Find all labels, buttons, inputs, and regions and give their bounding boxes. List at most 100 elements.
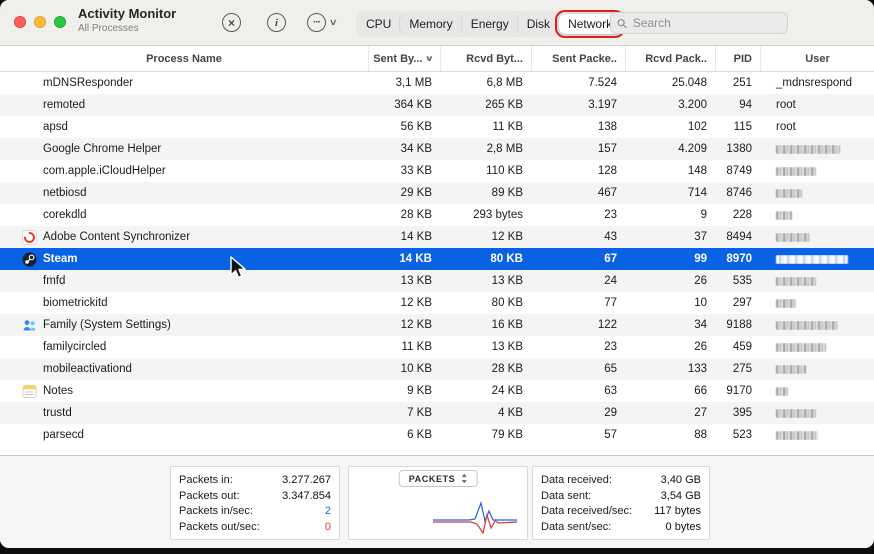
table-row[interactable]: corekdld 28 KB 293 bytes 23 9 228 [0,204,874,226]
close-window-button[interactable] [14,16,26,28]
stat-label: Data received/sec: [541,504,632,520]
stat-label: Packets in: [179,473,233,489]
table-header: Process Name Sent By...∨ Rcvd Byt... Sen… [0,46,874,72]
sent-packets: 3.197 [531,99,625,111]
search-icon [617,18,627,29]
user: root [776,121,796,133]
stop-process-button[interactable]: × [222,13,241,32]
close-icon: × [228,16,235,30]
stat-line: Data received/sec:117 bytes [541,504,701,520]
table-row[interactable]: apsd 56 KB 11 KB 138 102 115 root [0,116,874,138]
window-subtitle: All Processes [78,23,176,35]
table-row[interactable]: Family (System Settings) 12 KB 16 KB 122… [0,314,874,336]
column-header-user[interactable]: User [760,46,874,71]
table-row[interactable]: trustd 7 KB 4 KB 29 27 395 [0,402,874,424]
window-title: Activity Monitor [78,7,176,22]
sent-bytes: 9 KB [368,385,440,397]
table-row-selected[interactable]: Steam 14 KB 80 KB 67 99 8970 [0,248,874,270]
chevron-down-icon[interactable]: ∨ [329,17,338,28]
process-name: com.apple.iCloudHelper [43,165,166,177]
tab-disk[interactable]: Disk [518,14,559,34]
table-row[interactable]: mDNSResponder 3,1 MB 6,8 MB 7.524 25.048… [0,72,874,94]
zoom-window-button[interactable] [54,16,66,28]
rcvd-packets: 37 [625,231,715,243]
column-header-rcvd-bytes[interactable]: Rcvd Byt... [440,46,531,71]
rcvd-packets: 4.209 [625,143,715,155]
table-row[interactable]: remoted 364 KB 265 KB 3.197 3.200 94 roo… [0,94,874,116]
sent-bytes: 10 KB [368,363,440,375]
app-icon-family [22,318,37,333]
packets-dropdown[interactable]: PACKETS [399,470,478,487]
stat-label: Data sent/sec: [541,520,611,536]
sent-bytes: 11 KB [368,341,440,353]
rcvd-bytes: 2,8 MB [440,143,531,155]
table-row[interactable]: fmfd 13 KB 13 KB 24 26 535 [0,270,874,292]
rcvd-packets: 88 [625,429,715,441]
rcvd-bytes: 13 KB [440,341,531,353]
sent-packets: 57 [531,429,625,441]
redacted-user [776,277,816,286]
pid: 459 [715,341,760,353]
ellipsis-icon: ··· [313,17,320,28]
rcvd-bytes: 265 KB [440,99,531,111]
column-header-process-name[interactable]: Process Name [0,46,368,71]
rcvd-bytes: 11 KB [440,121,531,133]
pid: 8494 [715,231,760,243]
pid: 9170 [715,385,760,397]
column-header-sent-packets[interactable]: Sent Packe.. [531,46,625,71]
tab-energy[interactable]: Energy [462,14,518,34]
sort-descending-icon: ∨ [424,54,434,63]
minimize-window-button[interactable] [34,16,46,28]
pid: 8749 [715,165,760,177]
pid: 94 [715,99,760,111]
tab-memory[interactable]: Memory [400,14,461,34]
column-header-pid[interactable]: PID [715,46,760,71]
packets-stats-box: Packets in:3.277.267 Packets out:3.347.8… [170,466,340,540]
stat-label: Packets out/sec: [179,520,260,536]
table-row[interactable]: Adobe Content Synchronizer 14 KB 12 KB 4… [0,226,874,248]
pid: 9188 [715,319,760,331]
rcvd-packets: 714 [625,187,715,199]
column-header-rcvd-packets[interactable]: Rcvd Pack.. [625,46,715,71]
pid: 8746 [715,187,760,199]
user: root [776,99,796,111]
more-options-button[interactable]: ··· [307,13,326,32]
sent-bytes: 14 KB [368,231,440,243]
table-row[interactable]: netbiosd 29 KB 89 KB 467 714 8746 [0,182,874,204]
table-row[interactable]: familycircled 11 KB 13 KB 23 26 459 [0,336,874,358]
table-row[interactable]: Notes 9 KB 24 KB 63 66 9170 [0,380,874,402]
sent-packets: 77 [531,297,625,309]
sent-packets: 138 [531,121,625,133]
rcvd-packets: 133 [625,363,715,375]
sent-bytes: 28 KB [368,209,440,221]
redacted-user [776,365,806,374]
search-field[interactable] [610,12,788,34]
inspect-process-button[interactable]: i [267,13,286,32]
app-icon-adobe [22,230,37,245]
app-icon-steam [22,252,37,267]
pid: 275 [715,363,760,375]
table-row[interactable]: mobileactivationd 10 KB 28 KB 65 133 275 [0,358,874,380]
table-row[interactable]: parsecd 6 KB 79 KB 57 88 523 [0,424,874,446]
rcvd-bytes: 89 KB [440,187,531,199]
stat-label: Packets in/sec: [179,504,253,520]
rcvd-bytes: 80 KB [440,297,531,309]
activity-monitor-window: Activity Monitor All Processes × i ··· ∨… [0,0,874,548]
table-row[interactable]: com.apple.iCloudHelper 33 KB 110 KB 128 … [0,160,874,182]
redacted-user [776,321,838,330]
stat-line: Packets in/sec:2 [179,504,331,520]
sent-bytes: 12 KB [368,297,440,309]
rcvd-bytes: 79 KB [440,429,531,441]
table-row[interactable]: Google Chrome Helper 34 KB 2,8 MB 157 4.… [0,138,874,160]
table-row[interactable]: biometrickitd 12 KB 80 KB 77 10 297 [0,292,874,314]
redacted-user [776,409,816,418]
sent-packets: 24 [531,275,625,287]
tab-cpu[interactable]: CPU [357,14,400,34]
stat-label: Data sent: [541,489,591,505]
rcvd-packets: 9 [625,209,715,221]
process-name: parsecd [43,429,84,441]
column-header-sent-bytes[interactable]: Sent By...∨ [368,46,440,71]
redacted-user [776,255,848,264]
sent-bytes: 13 KB [368,275,440,287]
search-input[interactable] [631,15,781,31]
